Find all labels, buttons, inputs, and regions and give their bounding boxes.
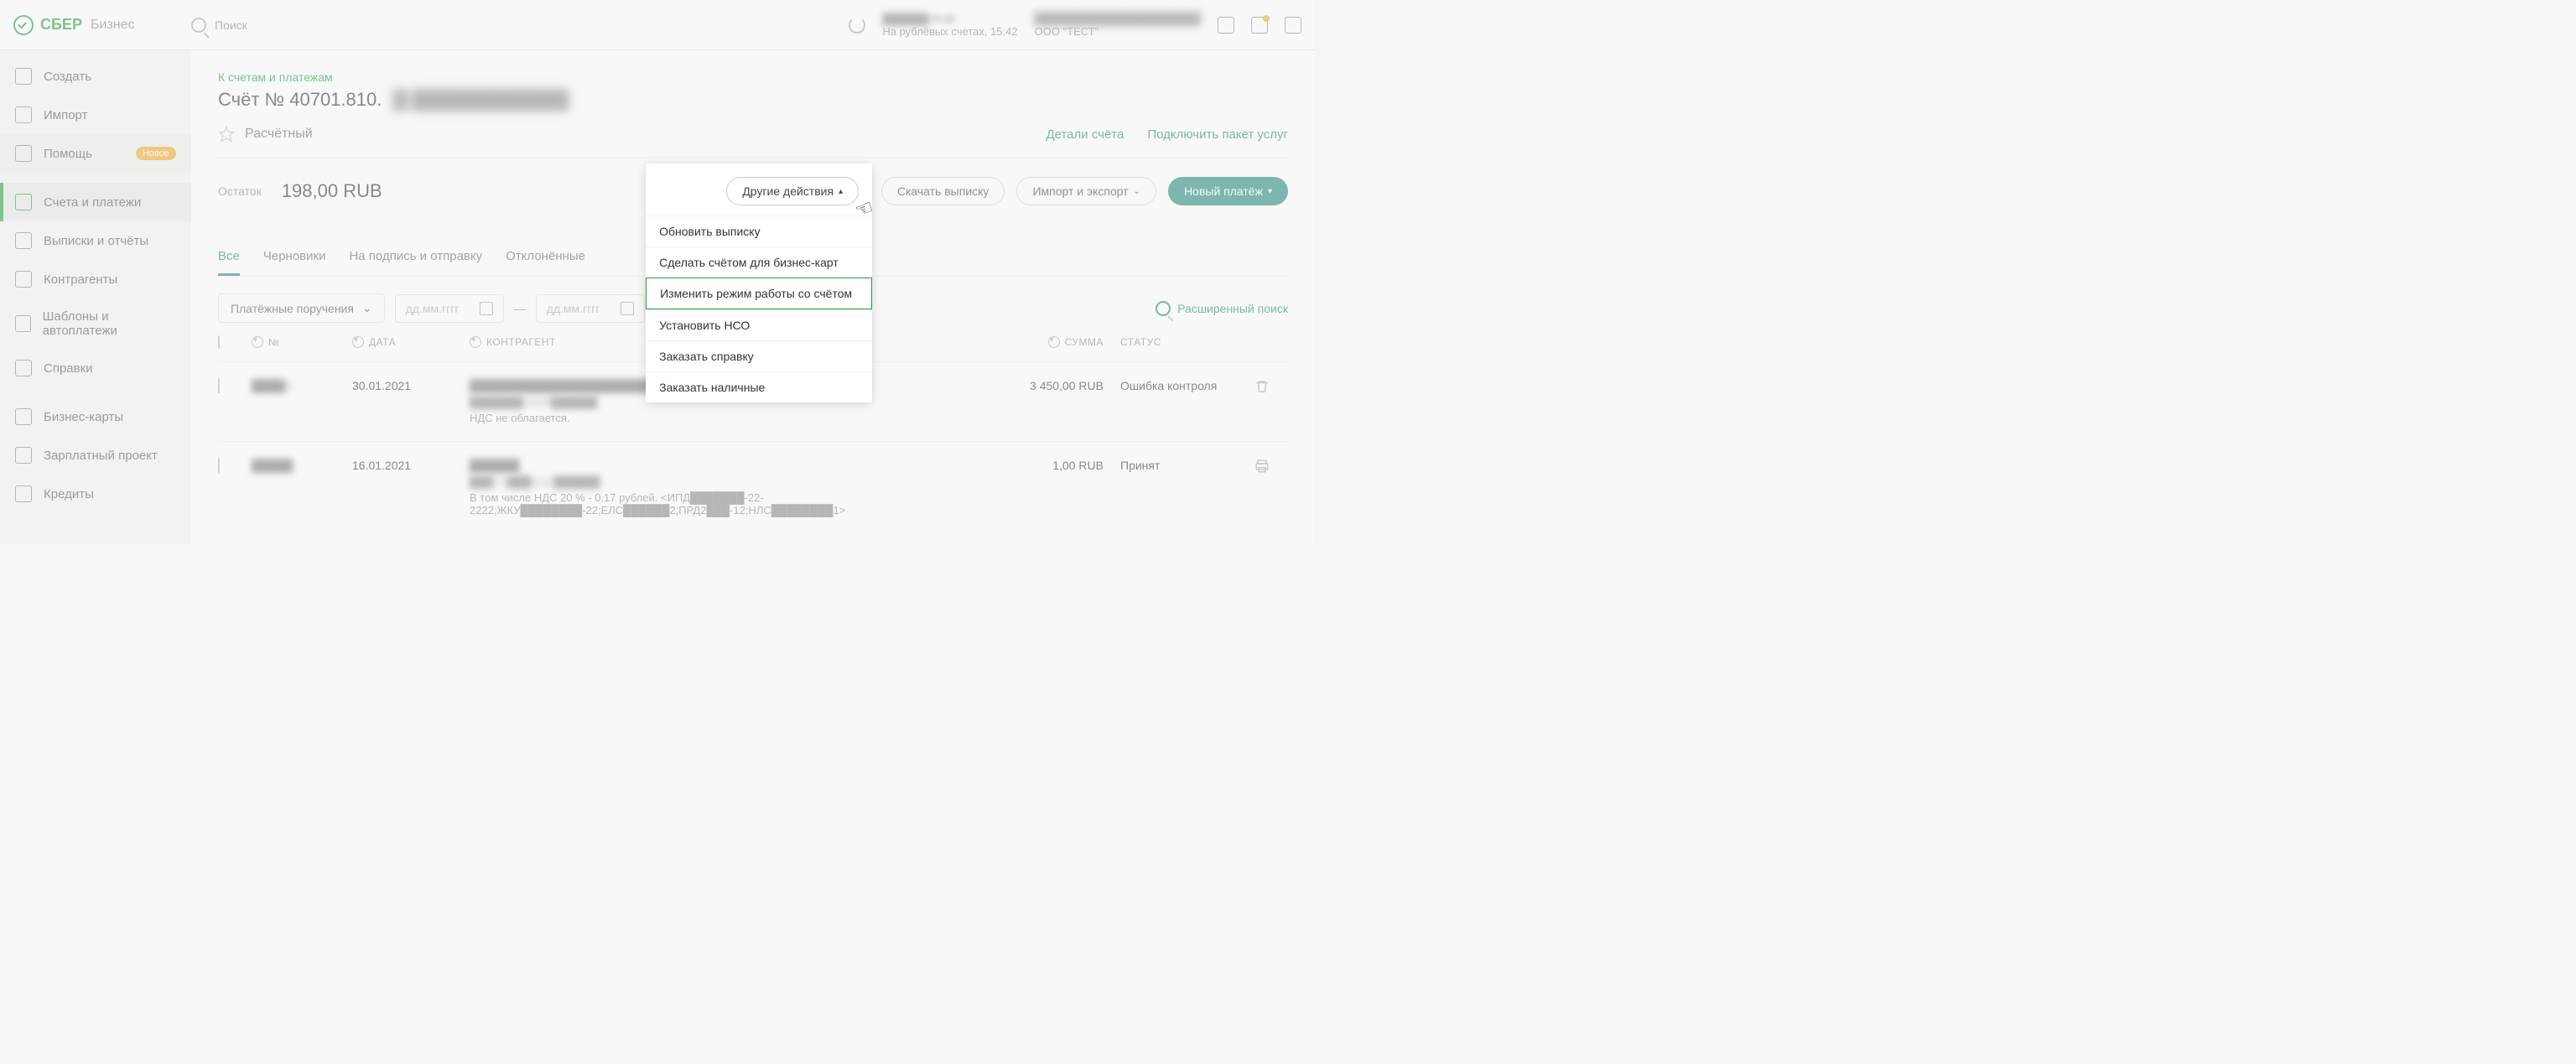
account-title: Счёт № 40701.810. █.████████████ bbox=[218, 89, 1288, 111]
nav-counterparties[interactable]: Контрагенты bbox=[0, 260, 191, 298]
templates-icon bbox=[15, 315, 31, 332]
doc-type-select[interactable]: Платёжные поручения ⌄ bbox=[218, 293, 385, 323]
sort-icon[interactable] bbox=[1048, 336, 1060, 348]
app-header: СБЕР Бизнес Поиск ██████ RUB На рублёвых… bbox=[0, 0, 1315, 50]
calendar-icon bbox=[621, 302, 634, 315]
nav-accounts[interactable]: Счета и платежи bbox=[0, 183, 191, 221]
import-icon bbox=[15, 106, 32, 123]
select-all-checkbox[interactable] bbox=[218, 335, 220, 349]
nav-payroll[interactable]: Зарплатный проект bbox=[0, 436, 191, 475]
balance-value: 198,00 RUB bbox=[282, 180, 382, 202]
package-link[interactable]: Подключить пакет услуг bbox=[1147, 127, 1288, 142]
header-right: ██████ RUB На рублёвых счетах, 15:42 ███… bbox=[849, 12, 1301, 38]
nav-create[interactable]: Создать bbox=[0, 57, 191, 96]
search-icon bbox=[191, 18, 206, 33]
balance-label: Остаток bbox=[218, 184, 262, 198]
sidebar: Создать Импорт ПомощьНовое Счета и плате… bbox=[0, 50, 191, 543]
new-payment-button[interactable]: Новый платёж ▾ bbox=[1168, 177, 1288, 205]
statements-icon bbox=[15, 232, 32, 249]
search-box[interactable]: Поиск bbox=[191, 18, 849, 33]
other-actions-menu: Другие действия ▴ Обновить выписку Сдела… bbox=[646, 163, 872, 402]
search-icon bbox=[1156, 301, 1171, 316]
other-actions-button[interactable]: Другие действия ▴ bbox=[726, 177, 859, 205]
sort-icon[interactable] bbox=[352, 336, 364, 348]
advanced-search-link[interactable]: Расширенный поиск bbox=[1156, 301, 1288, 316]
tab-all[interactable]: Все bbox=[218, 239, 240, 276]
refresh-icon[interactable] bbox=[849, 17, 865, 34]
tab-drafts[interactable]: Черновики bbox=[263, 239, 326, 276]
sber-logo-icon bbox=[13, 15, 34, 35]
caret-down-icon: ▾ bbox=[1268, 187, 1272, 196]
sort-icon[interactable] bbox=[470, 336, 481, 348]
chevron-down-icon: ⌄ bbox=[1134, 187, 1140, 196]
plus-icon bbox=[15, 68, 32, 85]
back-link[interactable]: К счетам и платежам bbox=[218, 70, 333, 84]
account-details-link[interactable]: Детали счёта bbox=[1046, 127, 1124, 142]
logout-icon[interactable] bbox=[1285, 17, 1301, 34]
star-icon[interactable] bbox=[218, 126, 235, 143]
caret-up-icon: ▴ bbox=[839, 187, 843, 196]
menu-set-nso[interactable]: Установить НСО bbox=[646, 309, 872, 340]
nav-statements[interactable]: Выписки и отчёты bbox=[0, 221, 191, 260]
tab-rejected[interactable]: Отклонённые bbox=[506, 239, 585, 276]
refs-icon bbox=[15, 360, 32, 376]
menu-refresh-statement[interactable]: Обновить выписку bbox=[646, 215, 872, 247]
delete-icon[interactable] bbox=[1254, 379, 1270, 394]
date-to-input[interactable]: дд.мм.гггг bbox=[536, 294, 645, 323]
chevron-down-icon: ⌄ bbox=[362, 301, 372, 315]
menu-order-cash[interactable]: Заказать наличные bbox=[646, 371, 872, 402]
logo-subtitle: Бизнес bbox=[91, 18, 135, 33]
logo[interactable]: СБЕР Бизнес bbox=[13, 15, 191, 35]
other-actions-wrap: Другие действия ▴ Обновить выписку Сдела… bbox=[746, 177, 870, 205]
menu-order-reference[interactable]: Заказать справку bbox=[646, 340, 872, 371]
import-export-button[interactable]: Импорт и экспорт ⌄ bbox=[1016, 177, 1156, 205]
payroll-icon bbox=[15, 447, 32, 464]
nav-templates[interactable]: Шаблоны и автоплатежи bbox=[0, 298, 191, 349]
nav-refs[interactable]: Справки bbox=[0, 349, 191, 387]
users-icon[interactable] bbox=[1218, 17, 1234, 34]
tab-sign[interactable]: На подпись и отправку bbox=[349, 239, 482, 276]
balance-summary: ██████ RUB На рублёвых счетах, 15:42 bbox=[882, 13, 1017, 38]
row-checkbox[interactable] bbox=[218, 378, 220, 393]
main-content: К счетам и платежам Счёт № 40701.810. █.… bbox=[191, 50, 1315, 543]
new-badge: Новое bbox=[136, 147, 176, 160]
org-info[interactable]: ████████████████████ ООО "ТЕСТ" bbox=[1035, 12, 1201, 38]
row-checkbox[interactable] bbox=[218, 458, 220, 473]
sort-icon[interactable] bbox=[252, 336, 263, 348]
help-icon bbox=[15, 145, 32, 162]
accounts-icon bbox=[15, 194, 32, 210]
credits-icon bbox=[15, 485, 32, 502]
card-icon bbox=[15, 408, 32, 425]
nav-import[interactable]: Импорт bbox=[0, 96, 191, 134]
nav-help[interactable]: ПомощьНовое bbox=[0, 134, 191, 173]
download-statement-button[interactable]: Скачать выписку bbox=[881, 177, 1005, 205]
table-row[interactable]: █████ 16.01.2021 ██████ ███0.8███1112███… bbox=[218, 441, 1288, 533]
print-icon[interactable] bbox=[1254, 459, 1270, 474]
menu-change-mode[interactable]: Изменить режим работы со счётом bbox=[646, 278, 872, 309]
search-placeholder: Поиск bbox=[215, 18, 247, 32]
nav-cards[interactable]: Бизнес-карты bbox=[0, 397, 191, 436]
counterparties-icon bbox=[15, 271, 32, 288]
logo-brand: СБЕР bbox=[40, 16, 82, 34]
notifications-icon[interactable] bbox=[1251, 17, 1268, 34]
date-from-input[interactable]: дд.мм.гггг bbox=[395, 294, 504, 323]
nav-credits[interactable]: Кредиты bbox=[0, 475, 191, 513]
menu-make-card-account[interactable]: Сделать счётом для бизнес-карт bbox=[646, 247, 872, 278]
account-type: Расчётный bbox=[245, 127, 313, 142]
calendar-icon bbox=[480, 302, 493, 315]
